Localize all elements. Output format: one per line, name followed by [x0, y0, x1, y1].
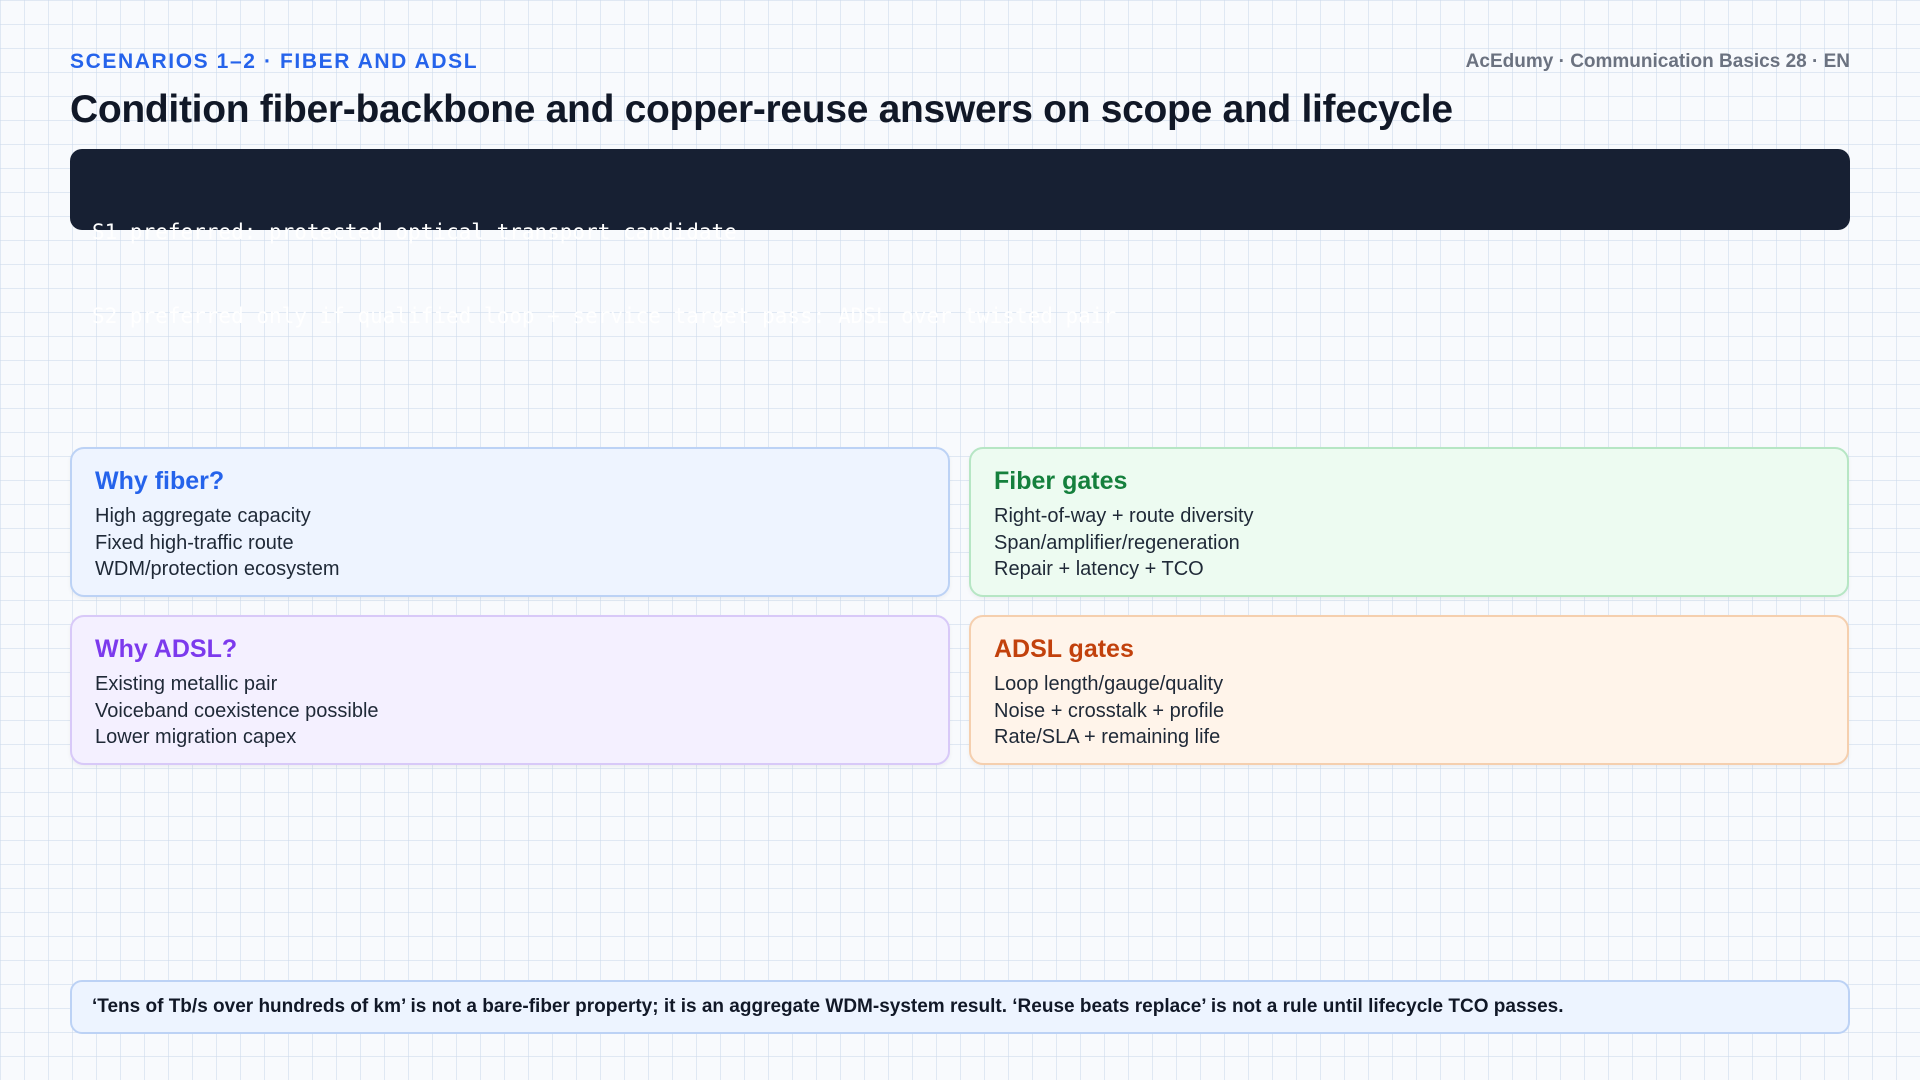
- card-item: Noise + crosstalk + profile: [994, 699, 1225, 722]
- course-brand: AcEdumy · Communication Basics 28 · EN: [1465, 51, 1850, 72]
- section-kicker: SCENARIOS 1–2 · FIBER AND ADSL: [70, 50, 479, 73]
- card-adsl-gates: ADSL gates Loop length/gauge/quality Noi…: [969, 615, 1849, 765]
- card-item: WDM/protection ecosystem: [95, 558, 340, 580]
- card-item: High aggregate capacity: [95, 505, 311, 527]
- card-title: ADSL gates: [994, 635, 1134, 663]
- card-item: Rate/SLA + remaining life: [994, 726, 1221, 748]
- card-why-adsl: Why ADSL? Existing metallic pair Voiceba…: [70, 615, 950, 765]
- card-item: Right-of-way + route diversity: [994, 505, 1254, 527]
- card-fiber-gates: Fiber gates Right-of-way + route diversi…: [969, 447, 1849, 597]
- card-why-fiber: Why fiber? High aggregate capacity Fixed…: [70, 447, 950, 597]
- card-title: Fiber gates: [994, 467, 1128, 495]
- card-title: Why ADSL?: [95, 635, 238, 663]
- code-block: S1 preferred: protected optical transpor…: [70, 149, 1850, 328]
- card-title: Why fiber?: [95, 467, 225, 495]
- code-line-s2: S2 preferred only if qualified loop + se…: [92, 304, 1117, 328]
- card-item: Span/amplifier/regeneration: [994, 531, 1240, 554]
- card-item: Repair + latency + TCO: [994, 558, 1204, 580]
- code-line-s1: S1 preferred: protected optical transpor…: [92, 220, 737, 244]
- card-item: Lower migration capex: [95, 726, 297, 748]
- footer-note: ‘Tens of Tb/s over hundreds of km’ is no…: [70, 980, 1850, 1034]
- card-item: Existing metallic pair: [95, 673, 278, 695]
- card-item: Loop length/gauge/quality: [994, 673, 1224, 695]
- page-title: Condition fiber-backbone and copper-reus…: [70, 88, 1453, 131]
- card-item: Voiceband coexistence possible: [95, 699, 379, 722]
- card-item: Fixed high-traffic route: [95, 531, 294, 554]
